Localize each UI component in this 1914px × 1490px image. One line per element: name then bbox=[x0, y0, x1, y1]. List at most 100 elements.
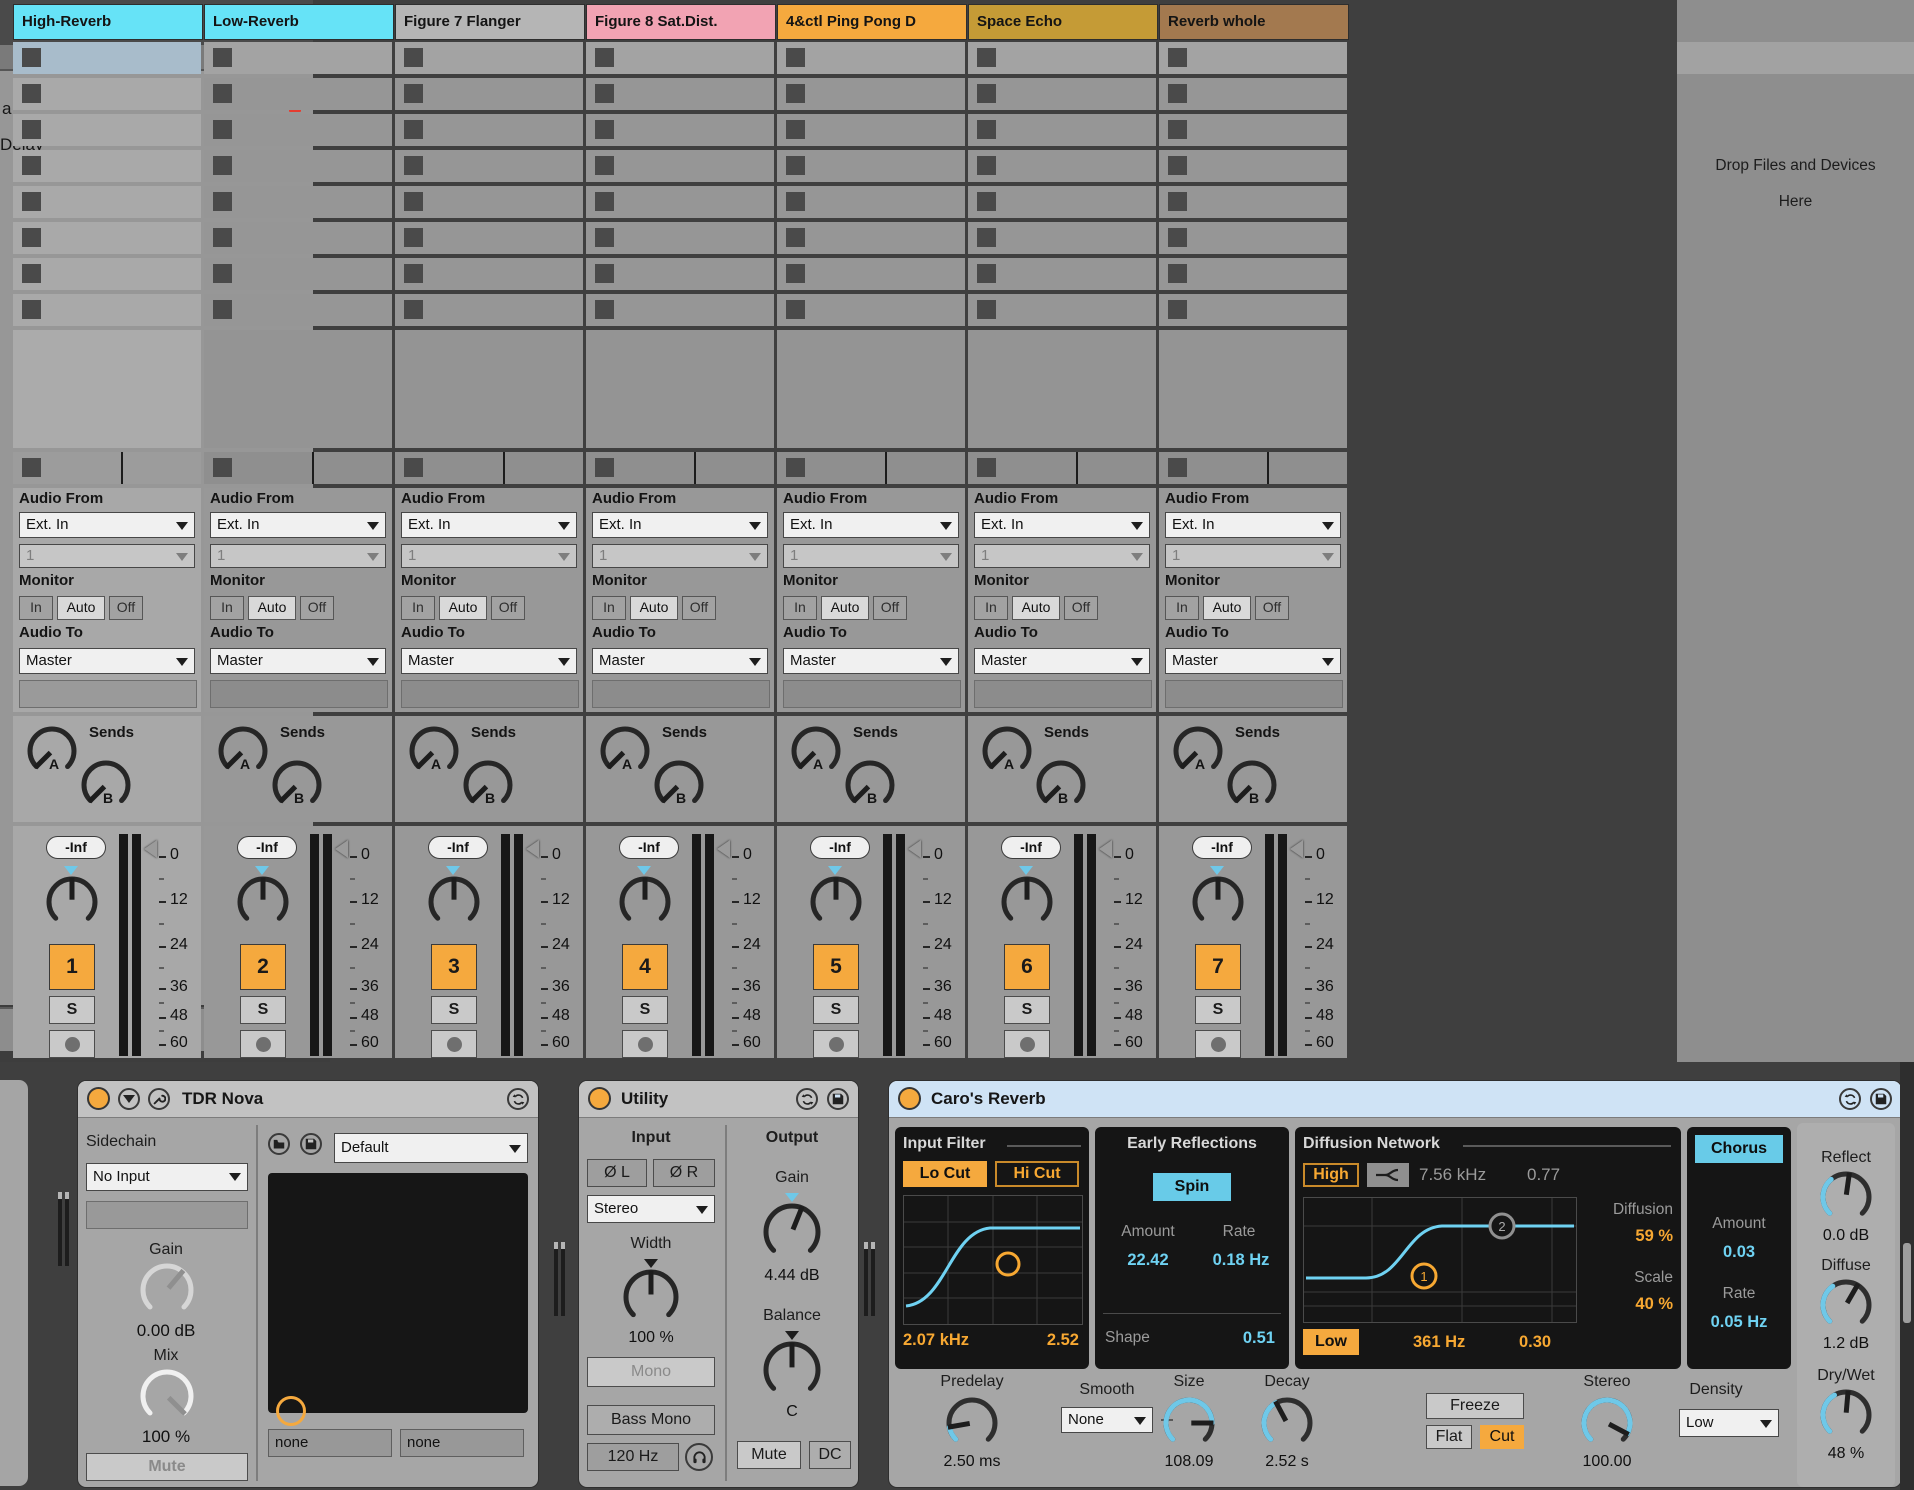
diffuse-knob[interactable] bbox=[1818, 1277, 1874, 1333]
clip-stop-button[interactable] bbox=[213, 156, 232, 175]
scale-value[interactable]: 40 % bbox=[1581, 1295, 1673, 1314]
device-tdr-nova[interactable]: TDR Nova Sidechain No Input Gain 0.00 dB… bbox=[77, 1080, 539, 1488]
stop-all-clips-button[interactable] bbox=[404, 458, 423, 477]
clip-slot[interactable] bbox=[586, 114, 774, 146]
track-activator-button[interactable]: 5 bbox=[813, 944, 859, 990]
clip-stop-button[interactable] bbox=[595, 48, 614, 67]
clip-slot[interactable] bbox=[395, 78, 583, 110]
low-freq-value[interactable]: 361 Hz bbox=[1413, 1333, 1465, 1352]
clip-stop-button[interactable] bbox=[22, 300, 41, 319]
clip-slot[interactable] bbox=[586, 150, 774, 182]
volume-field[interactable]: -Inf bbox=[237, 836, 297, 859]
arm-button[interactable] bbox=[622, 1030, 668, 1058]
clip-slot[interactable] bbox=[204, 258, 392, 290]
device-title-bar[interactable]: Utility bbox=[579, 1081, 858, 1118]
output-gain-knob[interactable] bbox=[761, 1201, 823, 1263]
shape-value[interactable]: 0.51 bbox=[1243, 1329, 1275, 1348]
clip-stop-button[interactable] bbox=[404, 84, 423, 103]
input-channel-select[interactable]: 1 bbox=[1165, 544, 1341, 568]
solo-button[interactable]: S bbox=[240, 996, 286, 1024]
input-type-select[interactable]: Ext. In bbox=[210, 512, 386, 538]
track-status-row[interactable] bbox=[586, 452, 774, 484]
clip-stop-button[interactable] bbox=[595, 228, 614, 247]
input-channel-select[interactable]: 1 bbox=[974, 544, 1150, 568]
shelf-type-icon[interactable] bbox=[1367, 1163, 1409, 1187]
lo-cut-button[interactable]: Lo Cut bbox=[903, 1161, 987, 1187]
flat-button[interactable]: Flat bbox=[1426, 1425, 1472, 1449]
track-activator-button[interactable]: 2 bbox=[240, 944, 286, 990]
output-type-select[interactable]: Master bbox=[592, 648, 768, 674]
volume-fader-handle[interactable] bbox=[144, 840, 157, 858]
input-channel-select[interactable]: 1 bbox=[592, 544, 768, 568]
clip-slot[interactable] bbox=[395, 114, 583, 146]
stop-all-clips-button[interactable] bbox=[22, 458, 41, 477]
track-header[interactable]: 4&ctl Ping Pong D bbox=[777, 4, 967, 40]
clip-slot[interactable] bbox=[395, 150, 583, 182]
stop-all-clips-button[interactable] bbox=[977, 458, 996, 477]
param-slot-2[interactable]: none bbox=[400, 1429, 524, 1457]
bass-freq-field[interactable]: 120 Hz bbox=[587, 1443, 679, 1471]
clip-stop-button[interactable] bbox=[22, 120, 41, 139]
reflect-knob[interactable] bbox=[1818, 1169, 1874, 1225]
clip-slot[interactable] bbox=[968, 114, 1156, 146]
monitor-off-button[interactable]: Off bbox=[1255, 596, 1289, 620]
channel-mode-select[interactable]: Stereo bbox=[587, 1195, 715, 1223]
clip-slot[interactable] bbox=[13, 114, 201, 146]
monitor-off-button[interactable]: Off bbox=[682, 596, 716, 620]
arm-button[interactable] bbox=[1004, 1030, 1050, 1058]
clip-stop-button[interactable] bbox=[1168, 300, 1187, 319]
high-q-value[interactable]: 0.77 bbox=[1527, 1165, 1560, 1185]
output-channel-field[interactable] bbox=[401, 680, 579, 708]
cut-button[interactable]: Cut bbox=[1480, 1425, 1524, 1449]
clip-slot[interactable] bbox=[777, 186, 965, 218]
clip-slot[interactable] bbox=[13, 42, 201, 74]
clip-stop-button[interactable] bbox=[1168, 84, 1187, 103]
input-type-select[interactable]: Ext. In bbox=[19, 512, 195, 538]
clip-slot[interactable] bbox=[395, 186, 583, 218]
collapse-icon[interactable] bbox=[118, 1088, 140, 1110]
volume-fader-handle[interactable] bbox=[1099, 840, 1112, 858]
volume-field[interactable]: -Inf bbox=[619, 836, 679, 859]
clip-slot[interactable] bbox=[204, 222, 392, 254]
output-channel-field[interactable] bbox=[974, 680, 1152, 708]
monitor-auto-button[interactable]: Auto bbox=[439, 596, 487, 620]
volume-fader-handle[interactable] bbox=[335, 840, 348, 858]
monitor-auto-button[interactable]: Auto bbox=[57, 596, 105, 620]
volume-fader-handle[interactable] bbox=[1290, 840, 1303, 858]
gain-value[interactable]: 4.44 dB bbox=[731, 1267, 853, 1285]
hot-swap-icon[interactable] bbox=[1839, 1088, 1861, 1110]
clip-slot[interactable] bbox=[395, 42, 583, 74]
clip-slot[interactable] bbox=[777, 258, 965, 290]
clip-slot[interactable] bbox=[13, 186, 201, 218]
clip-stop-button[interactable] bbox=[977, 48, 996, 67]
track-status-row[interactable] bbox=[777, 452, 965, 484]
clip-stop-button[interactable] bbox=[213, 264, 232, 283]
clip-slot[interactable] bbox=[777, 42, 965, 74]
clip-stop-button[interactable] bbox=[595, 300, 614, 319]
solo-button[interactable]: S bbox=[49, 996, 95, 1024]
clip-slot[interactable] bbox=[1159, 78, 1347, 110]
decay-knob[interactable] bbox=[1259, 1395, 1315, 1451]
clip-stop-button[interactable] bbox=[22, 264, 41, 283]
track-status-row[interactable] bbox=[968, 452, 1156, 484]
monitor-auto-button[interactable]: Auto bbox=[1203, 596, 1251, 620]
clip-stop-button[interactable] bbox=[22, 192, 41, 211]
clip-slot[interactable] bbox=[1159, 186, 1347, 218]
clip-slot[interactable] bbox=[395, 294, 583, 326]
clip-slot[interactable] bbox=[1159, 114, 1347, 146]
clip-slot[interactable] bbox=[586, 186, 774, 218]
monitor-in-button[interactable]: In bbox=[210, 596, 244, 620]
clip-slot[interactable] bbox=[777, 150, 965, 182]
clip-slot[interactable] bbox=[13, 150, 201, 182]
monitor-off-button[interactable]: Off bbox=[491, 596, 525, 620]
clip-stop-button[interactable] bbox=[22, 48, 41, 67]
input-channel-select[interactable]: 1 bbox=[783, 544, 959, 568]
chorus-rate-value[interactable]: 0.05 Hz bbox=[1687, 1313, 1791, 1332]
clip-slot[interactable] bbox=[1159, 42, 1347, 74]
clip-slot[interactable] bbox=[586, 222, 774, 254]
track-activator-button[interactable]: 3 bbox=[431, 944, 477, 990]
high-shelf-button[interactable]: High bbox=[1303, 1163, 1359, 1187]
clip-stop-button[interactable] bbox=[786, 192, 805, 211]
clip-stop-button[interactable] bbox=[977, 120, 996, 139]
clip-stop-button[interactable] bbox=[595, 264, 614, 283]
